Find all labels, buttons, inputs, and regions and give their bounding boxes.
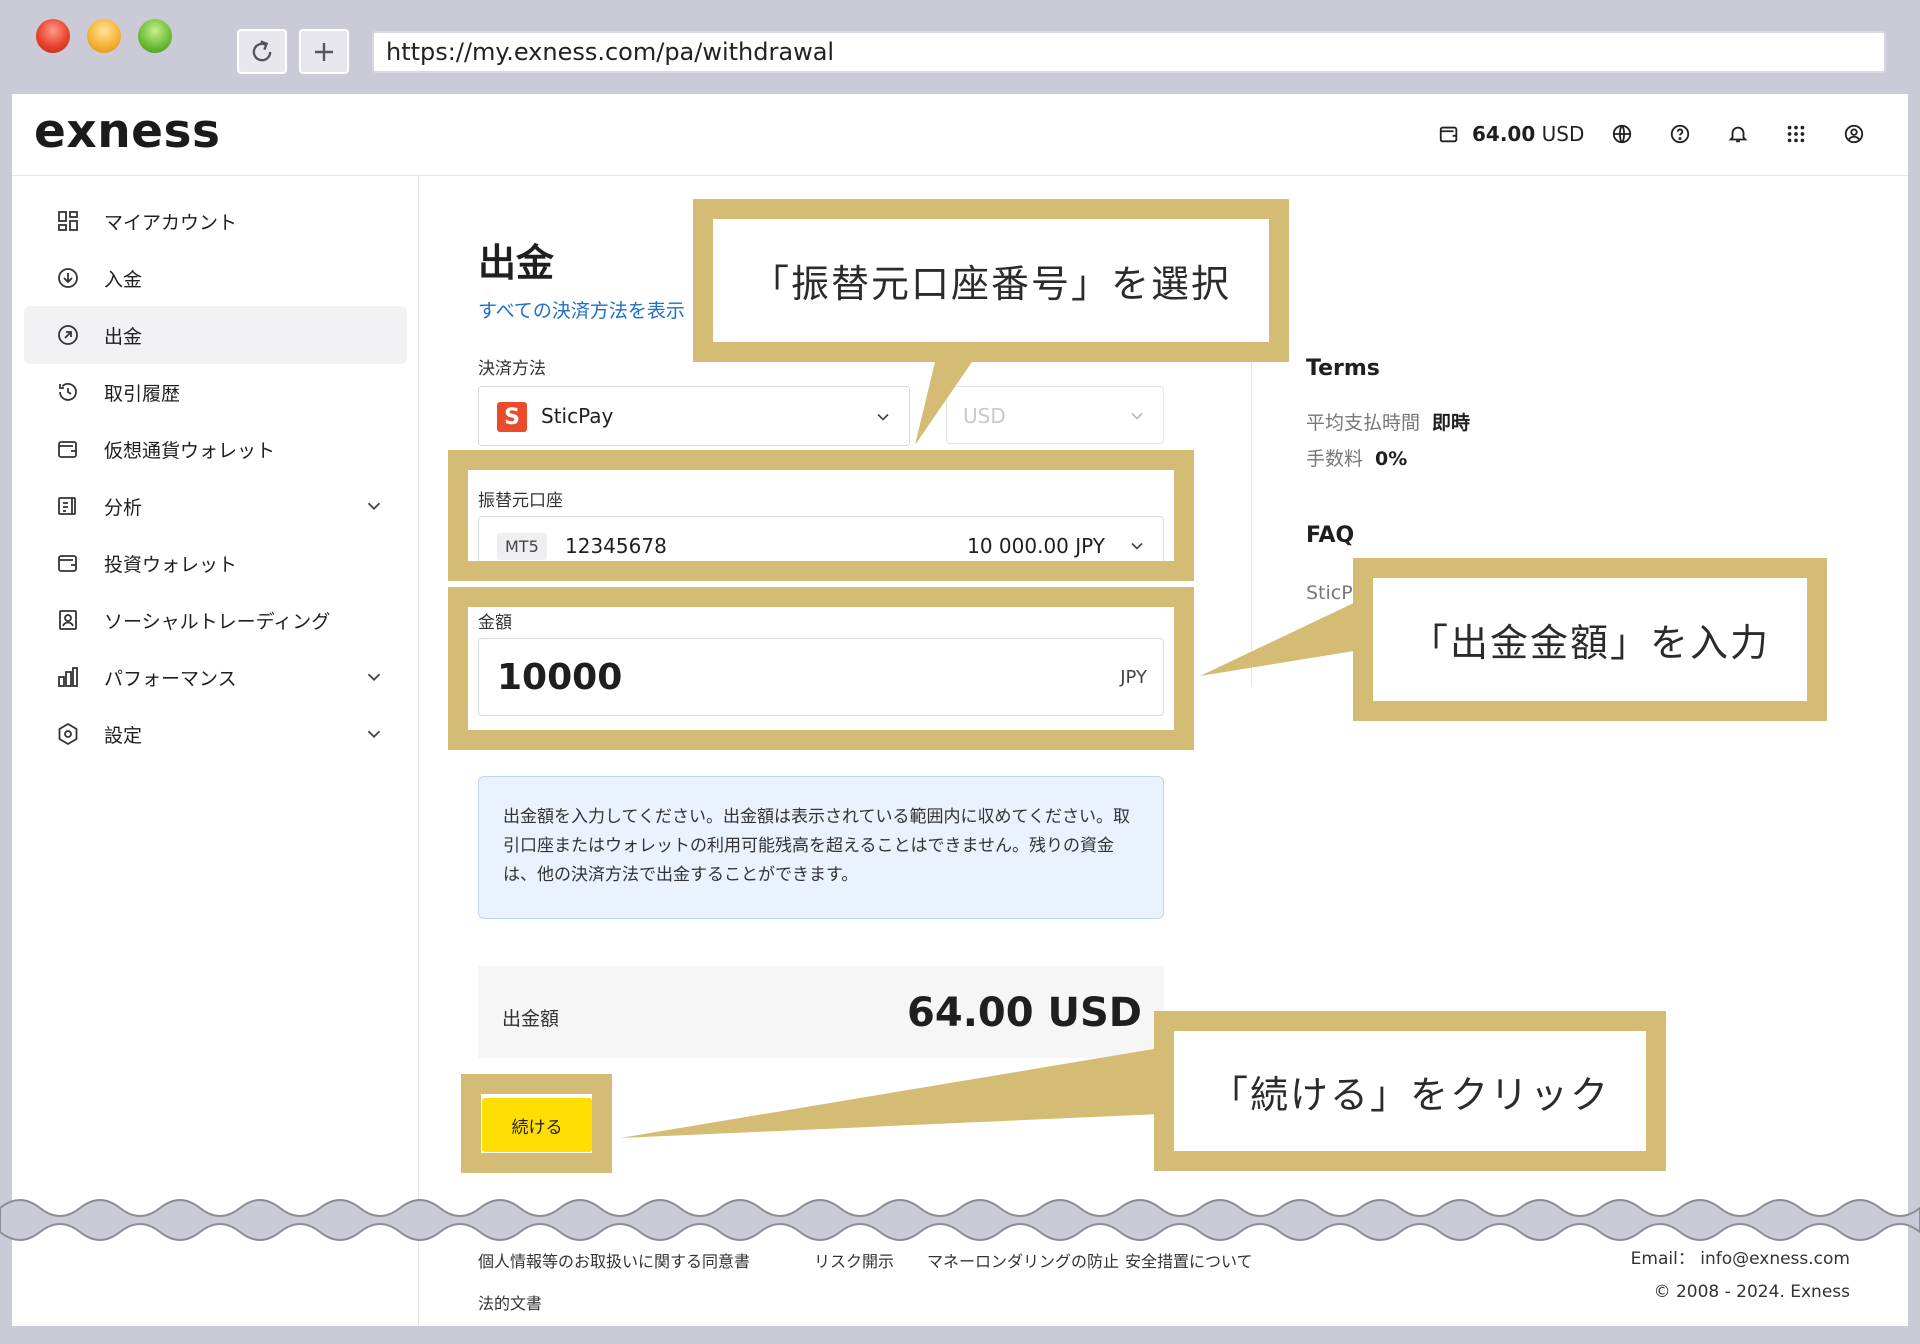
account-highlight [448,450,1194,581]
continue-highlight [461,1074,612,1173]
callout-select-account: 「振替元口座番号」を選択 [693,199,1289,362]
callout-enter-amount: 「出金金額」を入力 [1353,558,1827,721]
callout-click-continue: 「続ける」をクリック [1154,1011,1666,1171]
callout-text: 「続ける」をクリック [1174,1031,1646,1151]
amount-highlight [448,587,1194,750]
callout-text: 「出金金額」を入力 [1373,578,1807,701]
callout-text: 「振替元口座番号」を選択 [713,219,1269,342]
